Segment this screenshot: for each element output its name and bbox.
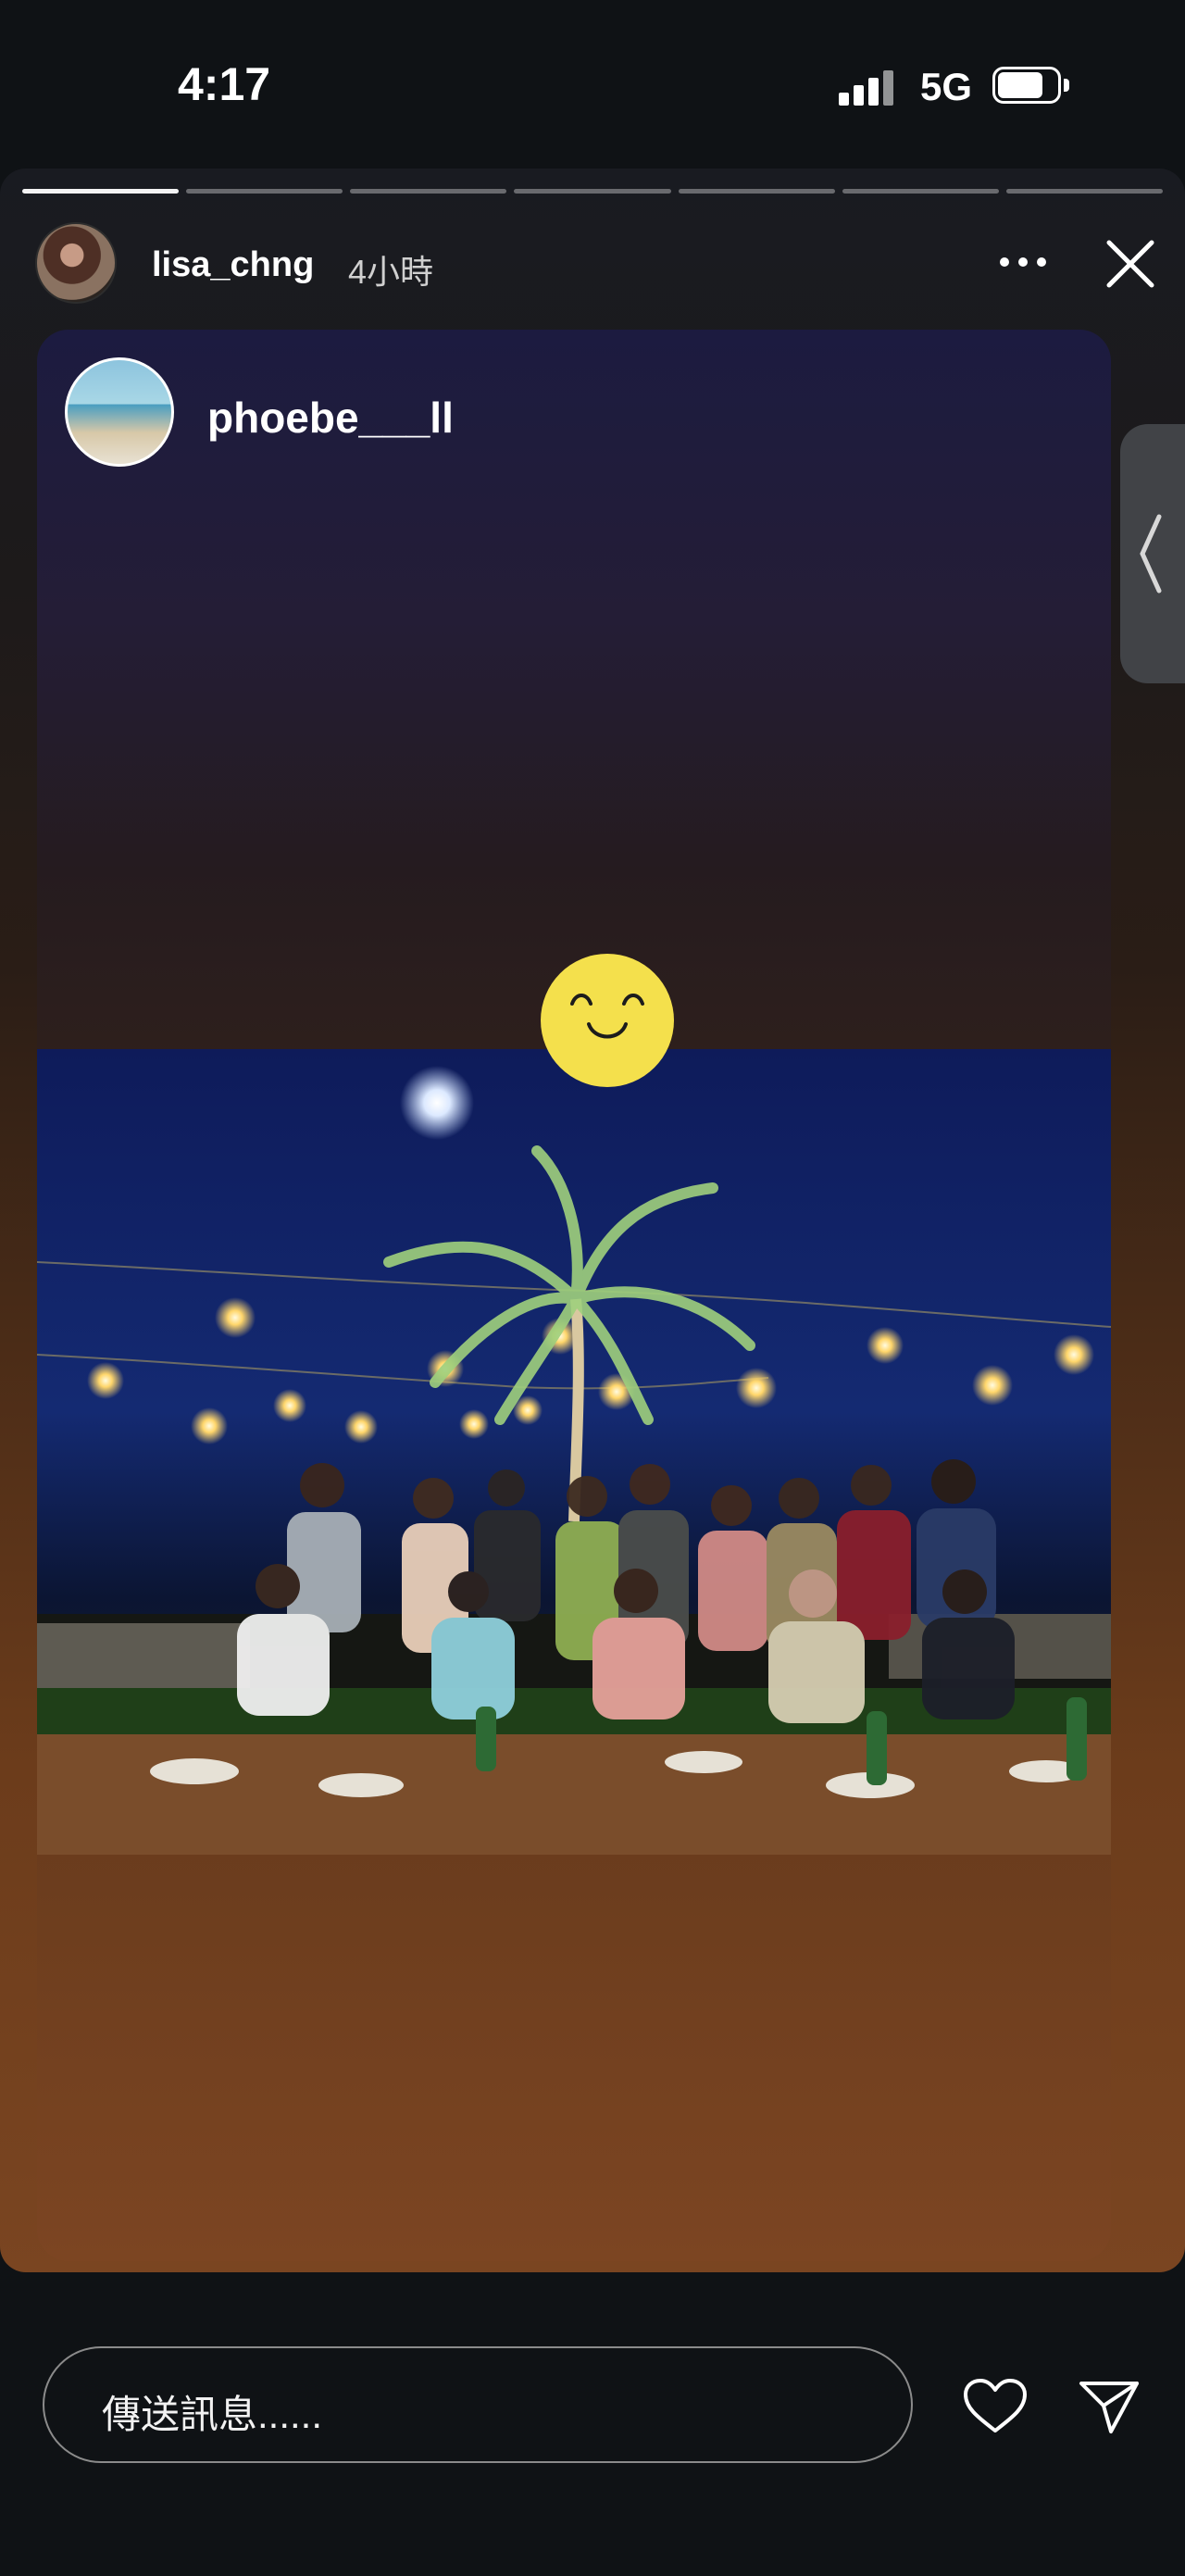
more-options-button[interactable] bbox=[1000, 257, 1046, 270]
progress-segment bbox=[186, 189, 343, 194]
reply-bar: 傳送訊息...... bbox=[0, 2278, 1185, 2576]
progress-segment bbox=[514, 189, 671, 194]
progress-segment bbox=[678, 189, 835, 194]
send-icon[interactable] bbox=[1076, 2374, 1142, 2441]
progress-segment bbox=[1005, 189, 1163, 194]
shared-post-author[interactable]: phoebe___ll bbox=[207, 393, 454, 443]
story-time: 4小時 bbox=[348, 253, 434, 291]
battery-icon bbox=[992, 67, 1070, 106]
progress-segment bbox=[22, 189, 180, 194]
progress-segment bbox=[842, 189, 999, 194]
story-header: lisa_chng 4小時 bbox=[0, 213, 1185, 306]
story-progress bbox=[22, 189, 1163, 194]
clock: 4:17 bbox=[178, 58, 271, 110]
story-owner-avatar[interactable] bbox=[35, 222, 117, 304]
close-icon[interactable] bbox=[1102, 235, 1159, 293]
smiley-sticker-icon bbox=[541, 954, 674, 1087]
story-owner-name[interactable]: lisa_chng bbox=[152, 245, 314, 285]
story-viewer[interactable]: lisa_chng 4小時 phoebe___ll bbox=[0, 169, 1185, 2272]
collapse-tab[interactable] bbox=[1120, 424, 1185, 683]
shared-post-card[interactable]: phoebe___ll bbox=[37, 330, 1111, 2261]
chevron-left-icon bbox=[1140, 514, 1162, 594]
message-input[interactable]: 傳送訊息...... bbox=[43, 2346, 913, 2463]
group-dinner-photo bbox=[37, 1049, 1111, 1855]
status-bar: 4:17 5G bbox=[0, 0, 1185, 167]
progress-segment bbox=[350, 189, 507, 194]
heart-icon[interactable] bbox=[961, 2378, 1029, 2437]
network-label: 5G bbox=[920, 65, 973, 108]
shared-post-author-avatar[interactable] bbox=[65, 357, 174, 467]
message-placeholder: 傳送訊息...... bbox=[102, 2393, 323, 2436]
signal-icon bbox=[839, 69, 898, 106]
